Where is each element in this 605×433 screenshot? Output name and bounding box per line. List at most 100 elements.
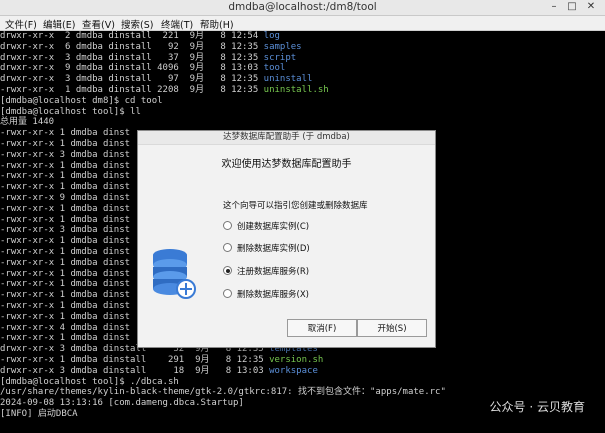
radio-icon[interactable] bbox=[223, 289, 232, 298]
dialog-description: 这个向导可以指引您创建或删除数据库 bbox=[223, 201, 368, 211]
menu-terminal[interactable]: 终端(T) bbox=[161, 17, 193, 31]
terminal-line-text: -rwxr-xr-x 1 dmdba dinst bbox=[0, 182, 131, 193]
option-label: 删除数据库实例(D) bbox=[237, 244, 310, 254]
menu-view[interactable]: 查看(V) bbox=[82, 17, 115, 31]
terminal-line: drwxr-xr-x 3 dmdba dinstall 37 9月 8 12:3… bbox=[0, 53, 296, 64]
file-name: tool bbox=[263, 63, 286, 74]
terminal-line-text: drwxr-xr-x 3 dmdba dinstall 37 9月 8 12:3… bbox=[0, 52, 264, 63]
terminal-line: -rwxr-xr-x 1 dmdba dinst bbox=[0, 204, 130, 215]
terminal-line: -rwxr-xr-x 3 dmdba dinst bbox=[0, 225, 130, 236]
terminal-line: drwxr-xr-x 9 dmdba dinstall 4096 9月 8 13… bbox=[0, 63, 285, 74]
terminal-line-text: -rwxr-xr-x 1 dmdba dinst bbox=[0, 333, 131, 344]
terminal-line-text: [dmdba@localhost dm8]$ cd tool bbox=[0, 95, 163, 106]
terminal-line: -rwxr-xr-x 1 dmdba dinst bbox=[0, 333, 130, 344]
terminal-line: -rwxr-xr-x 1 dmdba dinst bbox=[0, 269, 130, 280]
radio-icon[interactable] bbox=[223, 221, 232, 230]
window-titlebar: dmdba@localhost:/dm8/tool – □ ✕ bbox=[0, 0, 605, 16]
terminal-line-text: -rwxr-xr-x 1 dmdba dinst bbox=[0, 171, 131, 182]
terminal-line: -rwxr-xr-x 1 dmdba dinst bbox=[0, 236, 130, 247]
terminal-line: -rwxr-xr-x 1 dmdba dinst bbox=[0, 290, 130, 301]
terminal-line-text: 总用量 1440 bbox=[0, 117, 55, 128]
terminal-line: [dmdba@localhost tool]$ ll bbox=[0, 107, 141, 118]
terminal-line: -rwxr-xr-x 1 dmdba dinst bbox=[0, 279, 130, 290]
watermark-text: 公众号 · 云贝教育 bbox=[489, 400, 585, 414]
terminal-line-text: -rwxr-xr-x 1 dmdba dinstall 2208 9月 8 12… bbox=[0, 85, 264, 95]
terminal-line-text: drwxr-xr-x 9 dmdba dinstall 4096 9月 8 13… bbox=[0, 63, 264, 74]
terminal-line: -rwxr-xr-x 4 dmdba dinst bbox=[0, 323, 130, 334]
menu-search[interactable]: 搜索(S) bbox=[121, 17, 153, 31]
terminal-line-text: 2024-09-08 13:13:16 [com.dameng.dbca.Sta… bbox=[0, 398, 244, 409]
menubar: 文件(F) 编辑(E) 查看(V) 搜索(S) 终端(T) 帮助(H) bbox=[0, 16, 605, 31]
option-label: 删除数据库服务(X) bbox=[237, 290, 309, 300]
maximize-icon[interactable]: □ bbox=[566, 1, 578, 12]
terminal-line-text: -rwxr-xr-x 1 dmdba dinst bbox=[0, 279, 131, 290]
terminal-line-text: -rwxr-xr-x 9 dmdba dinst bbox=[0, 193, 131, 203]
file-name: log bbox=[263, 31, 280, 41]
close-icon[interactable]: ✕ bbox=[585, 1, 597, 12]
terminal-line-text: -rwxr-xr-x 1 dmdba dinst bbox=[0, 214, 131, 225]
radio-icon[interactable] bbox=[223, 243, 232, 252]
terminal-line-text: -rwxr-xr-x 3 dmdba dinst bbox=[0, 149, 131, 160]
terminal-line: -rwxr-xr-x 1 dmdba dinst bbox=[0, 247, 130, 258]
terminal-line-text: -rwxr-xr-x 1 dmdba dinst bbox=[0, 301, 131, 311]
terminal-line: -rwxr-xr-x 1 dmdba dinst bbox=[0, 182, 130, 193]
terminal-line: -rwxr-xr-x 1 dmdba dinst bbox=[0, 139, 130, 150]
terminal-line: -rwxr-xr-x 1 dmdba dinstall 291 9月 8 12:… bbox=[0, 355, 323, 366]
terminal-line-text: [INFO] 启动DBCA bbox=[0, 409, 78, 419]
terminal-line: [dmdba@localhost tool]$ ./dbca.sh bbox=[0, 377, 179, 388]
minimize-icon[interactable]: – bbox=[548, 1, 560, 12]
terminal-line-text: -rwxr-xr-x 1 dmdba dinst bbox=[0, 203, 131, 214]
terminal-line: -rwxr-xr-x 1 dmdba dinst bbox=[0, 301, 130, 312]
terminal-line-text: [dmdba@localhost tool]$ ./dbca.sh bbox=[0, 376, 179, 387]
terminal-line-text: -rwxr-xr-x 1 dmdba dinst bbox=[0, 268, 131, 279]
terminal-line: -rwxr-xr-x 1 dmdba dinst bbox=[0, 161, 130, 172]
option-register-service[interactable]: 注册数据库服务(R) bbox=[223, 266, 309, 278]
terminal-line-text: drwxr-xr-x 3 dmdba dinstall 18 9月 8 13:0… bbox=[0, 365, 270, 376]
file-name: samples bbox=[263, 41, 302, 52]
option-label: 创建数据库实例(C) bbox=[237, 222, 310, 232]
terminal-line: -rwxr-xr-x 1 dmdba dinst bbox=[0, 171, 130, 182]
database-icon bbox=[153, 249, 196, 299]
radio-icon[interactable] bbox=[223, 266, 232, 275]
option-delete-instance[interactable]: 删除数据库实例(D) bbox=[223, 243, 310, 255]
terminal-line-text: -rwxr-xr-x 1 dmdba dinst bbox=[0, 160, 131, 171]
option-label: 注册数据库服务(R) bbox=[237, 267, 310, 277]
file-name: script bbox=[263, 52, 297, 63]
terminal-line-text: -rwxr-xr-x 4 dmdba dinst bbox=[0, 322, 131, 333]
terminal-line-text: -rwxr-xr-x 1 dmdba dinstall 291 9月 8 12:… bbox=[0, 355, 270, 365]
dialog-welcome-heading: 欢迎使用达梦数据库配置助手 bbox=[221, 159, 352, 170]
menu-edit[interactable]: 编辑(E) bbox=[43, 17, 75, 31]
terminal-line: [INFO] 启动DBCA bbox=[0, 409, 78, 420]
menu-file[interactable]: 文件(F) bbox=[5, 17, 37, 31]
terminal-line: [dmdba@localhost dm8]$ cd tool bbox=[0, 96, 163, 107]
terminal-line-text: -rwxr-xr-x 1 dmdba dinst bbox=[0, 290, 131, 301]
terminal-line: -rwxr-xr-x 3 dmdba dinst bbox=[0, 150, 130, 161]
terminal-line: -rwxr-xr-x 1 dmdba dinstall 2208 9月 8 12… bbox=[0, 85, 329, 96]
dialog-title: 达梦数据库配置助手 (于 dmdba) bbox=[138, 131, 435, 145]
terminal-line-text: -rwxr-xr-x 1 dmdba dinst bbox=[0, 128, 131, 139]
terminal-line-text: -rwxr-xr-x 1 dmdba dinst bbox=[0, 311, 131, 322]
terminal-line-text: [dmdba@localhost tool]$ ll bbox=[0, 106, 141, 117]
terminal-line-text: -rwxr-xr-x 1 dmdba dinst bbox=[0, 236, 131, 247]
terminal-line: -rwxr-xr-x 1 dmdba dinst bbox=[0, 258, 130, 269]
file-name: uninstall.sh bbox=[263, 85, 329, 95]
terminal-line-text: -rwxr-xr-x 1 dmdba dinst bbox=[0, 257, 131, 268]
terminal-line: drwxr-xr-x 3 dmdba dinstall 18 9月 8 13:0… bbox=[0, 366, 318, 377]
terminal-line: drwxr-xr-x 3 dmdba dinstall 97 9月 8 12:3… bbox=[0, 74, 312, 85]
terminal-line-text: -rwxr-xr-x 1 dmdba dinst bbox=[0, 247, 131, 257]
terminal-line: drwxr-xr-x 6 dmdba dinstall 92 9月 8 12:3… bbox=[0, 42, 302, 53]
file-name: uninstall bbox=[263, 74, 313, 85]
cancel-button[interactable]: 取消(F) bbox=[287, 319, 357, 337]
terminal-line: -rwxr-xr-x 9 dmdba dinst bbox=[0, 193, 130, 204]
terminal-line-text: -rwxr-xr-x 3 dmdba dinst bbox=[0, 225, 131, 236]
terminal-line: 2024-09-08 13:13:16 [com.dameng.dbca.Sta… bbox=[0, 398, 244, 409]
terminal-line: 总用量 1440 bbox=[0, 117, 54, 128]
option-create-instance[interactable]: 创建数据库实例(C) bbox=[223, 221, 309, 233]
menu-help[interactable]: 帮助(H) bbox=[200, 17, 234, 31]
option-delete-service[interactable]: 删除数据库服务(X) bbox=[223, 289, 309, 301]
start-button[interactable]: 开始(S) bbox=[357, 319, 427, 337]
terminal-line-text: drwxr-xr-x 3 dmdba dinstall 97 9月 8 12:3… bbox=[0, 74, 264, 85]
terminal-line-text: drwxr-xr-x 2 dmdba dinstall 221 9月 8 12:… bbox=[0, 31, 264, 41]
terminal-line: -rwxr-xr-x 1 dmdba dinst bbox=[0, 215, 130, 226]
terminal-line: /usr/share/themes/kylin-black-theme/gtk-… bbox=[0, 387, 446, 398]
